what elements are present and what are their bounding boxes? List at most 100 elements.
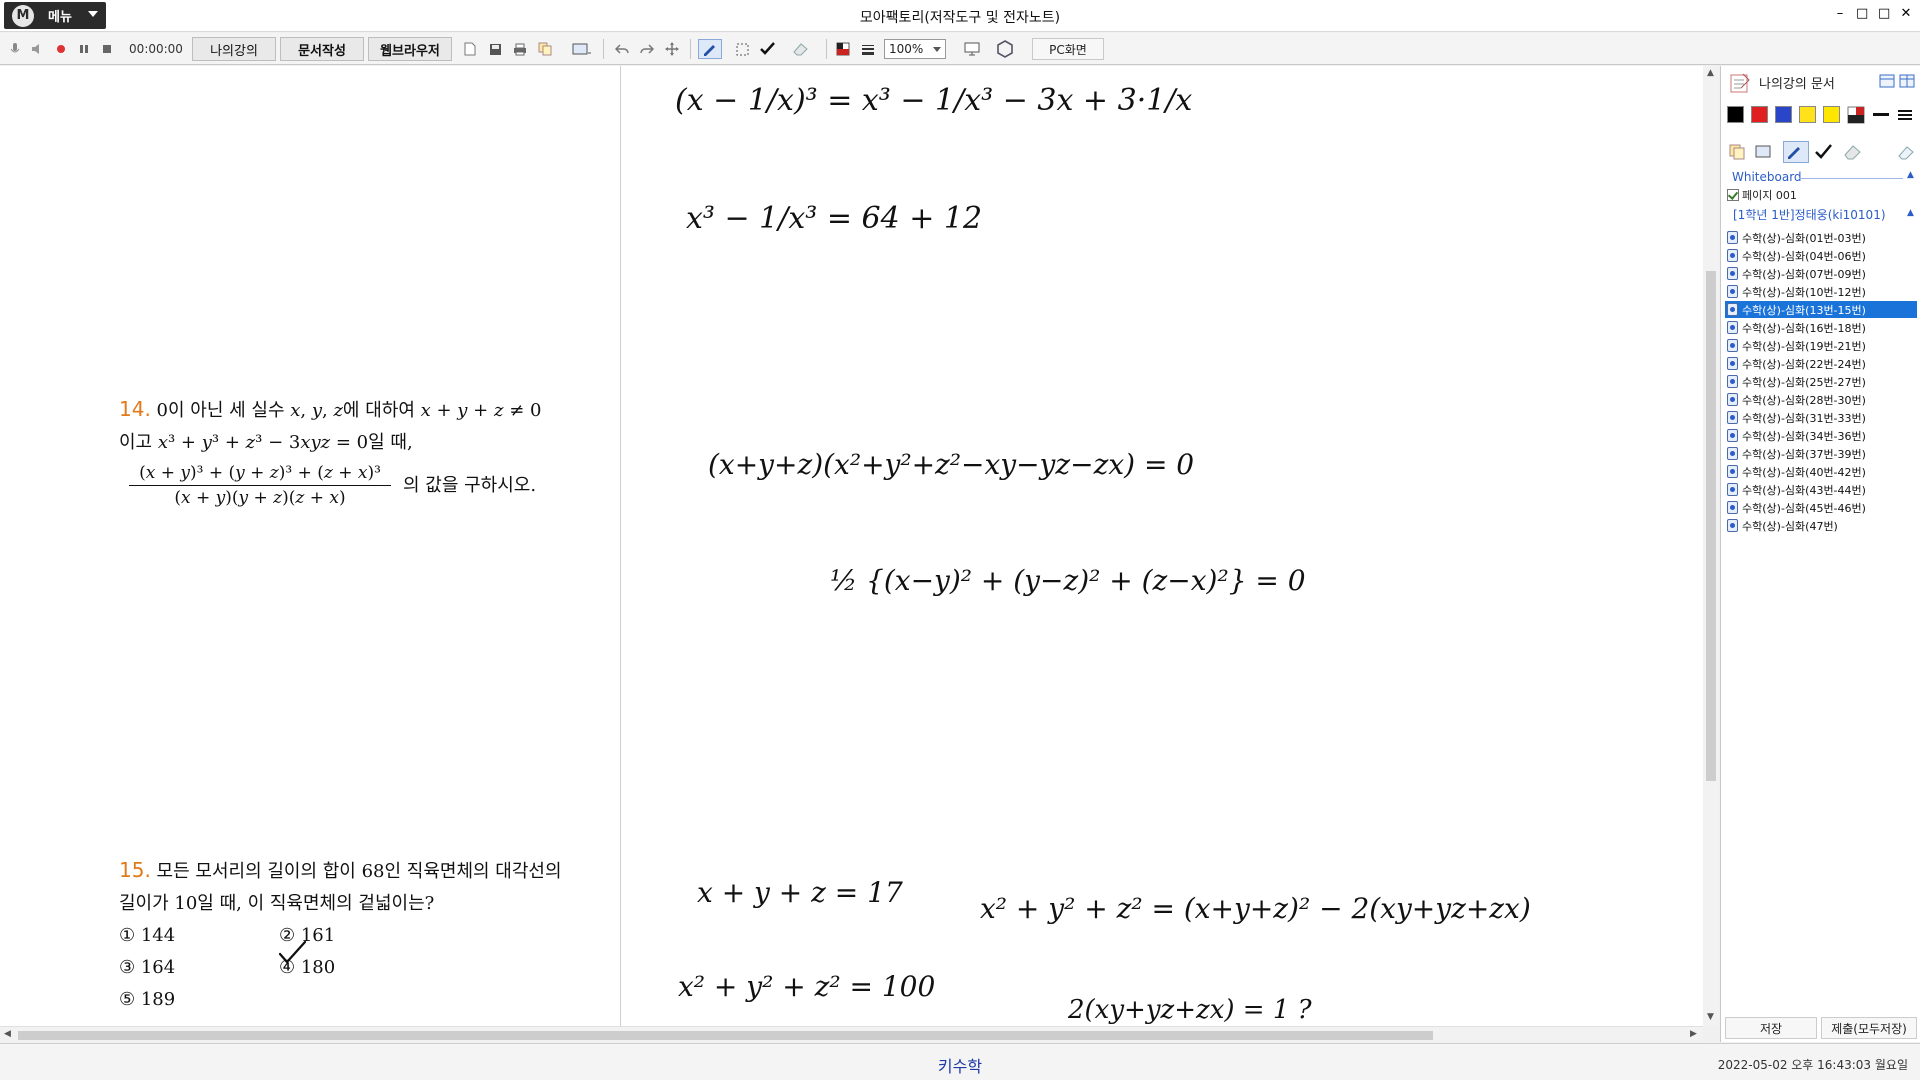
stop-icon[interactable] bbox=[101, 39, 113, 59]
zoom-select[interactable]: 100% bbox=[884, 39, 946, 59]
maximize-button[interactable]: □ bbox=[1878, 6, 1890, 21]
color-swatch-blue[interactable] bbox=[1775, 106, 1792, 123]
panel-layout-icon[interactable] bbox=[1879, 74, 1895, 91]
list-item-label: 수학(상)-심화(07번-09번) bbox=[1742, 267, 1866, 281]
scroll-right-icon[interactable]: ▶ bbox=[1690, 1029, 1697, 1039]
check-tool-icon[interactable] bbox=[1815, 144, 1835, 163]
new-document-icon[interactable] bbox=[462, 39, 478, 59]
list-item[interactable]: 수학(상)-심화(04번-06번) bbox=[1725, 247, 1917, 264]
whiteboard-page-item[interactable]: 페이지 001 bbox=[1727, 187, 1797, 203]
list-item[interactable]: 수학(상)-심화(37번-39번) bbox=[1725, 445, 1917, 462]
list-item[interactable]: 수학(상)-심화(10번-12번) bbox=[1725, 283, 1917, 300]
microphone-icon[interactable] bbox=[8, 39, 22, 59]
check-tool-icon[interactable] bbox=[758, 39, 778, 59]
notepad-icon bbox=[1729, 72, 1751, 97]
document-icon bbox=[1727, 465, 1738, 478]
list-item-label: 수학(상)-심화(01번-03번) bbox=[1742, 231, 1866, 245]
collapse-icon[interactable]: ▲ bbox=[1907, 208, 1914, 218]
list-item[interactable]: 수학(상)-심화(07번-09번) bbox=[1725, 265, 1917, 282]
capture-icon[interactable] bbox=[571, 39, 593, 59]
list-item[interactable]: 수학(상)-심화(16번-18번) bbox=[1725, 319, 1917, 336]
title-bar: M 메뉴 모아팩토리(저작도구 및 전자노트) – □ □ ✕ bbox=[0, 0, 1920, 32]
save-button[interactable]: 저장 bbox=[1725, 1017, 1817, 1039]
color-swatch-red[interactable] bbox=[1751, 106, 1768, 123]
restore-button[interactable]: □ bbox=[1856, 6, 1868, 21]
scrollbar-thumb[interactable] bbox=[18, 1031, 1433, 1040]
color-picker-icon[interactable] bbox=[1847, 106, 1865, 127]
list-item[interactable]: 수학(상)-심화(22번-24번) bbox=[1725, 355, 1917, 372]
whiteboard-label: Whiteboard bbox=[1732, 170, 1802, 184]
horizontal-scrollbar[interactable]: ◀ ▶ bbox=[0, 1026, 1703, 1042]
window-controls: – □ □ ✕ bbox=[1834, 6, 1912, 21]
save-icon[interactable] bbox=[487, 39, 503, 59]
list-item[interactable]: 수학(상)-심화(28번-30번) bbox=[1725, 391, 1917, 408]
pen-tool-icon[interactable] bbox=[1783, 141, 1809, 163]
scroll-left-icon[interactable]: ◀ bbox=[4, 1029, 11, 1039]
page-checkbox[interactable] bbox=[1727, 189, 1739, 201]
panel-split-icon[interactable] bbox=[1899, 74, 1915, 91]
tab-web-browser[interactable]: 웹브라우저 bbox=[368, 37, 452, 61]
list-item-label: 수학(상)-심화(13번-15번) bbox=[1742, 303, 1866, 317]
handwriting-line: x² + y² + z² = 100 bbox=[678, 970, 935, 1003]
document-canvas[interactable]: 14. 0이 아닌 세 실수 𝑥, 𝑦, 𝑧에 대하여 𝑥 + 𝑦 + 𝑧 ≠ … bbox=[0, 66, 1703, 1026]
list-item[interactable]: 수학(상)-심화(47번) bbox=[1725, 517, 1917, 534]
whiteboard-divider bbox=[1799, 178, 1903, 179]
clear-icon[interactable] bbox=[1897, 144, 1915, 163]
capture-icon[interactable] bbox=[1755, 144, 1775, 163]
list-item-label: 수학(상)-심화(45번-46번) bbox=[1742, 501, 1866, 515]
handwriting-line: x + y + z = 17 bbox=[697, 876, 903, 909]
list-item[interactable]: 수학(상)-심화(31번-33번) bbox=[1725, 409, 1917, 426]
pause-icon[interactable] bbox=[78, 39, 90, 59]
document-icon bbox=[1727, 483, 1738, 496]
list-item[interactable]: 수학(상)-심화(34번-36번) bbox=[1725, 427, 1917, 444]
scroll-down-icon[interactable]: ▼ bbox=[1707, 1012, 1714, 1022]
print-icon[interactable] bbox=[512, 39, 528, 59]
scrollbar-thumb[interactable] bbox=[1706, 271, 1716, 781]
list-item[interactable]: 수학(상)-심화(19번-21번) bbox=[1725, 337, 1917, 354]
color-swatch-yellow-alt[interactable] bbox=[1823, 106, 1840, 123]
scroll-up-icon[interactable]: ▲ bbox=[1707, 68, 1714, 78]
undo-icon[interactable] bbox=[614, 39, 630, 59]
screen-icon[interactable] bbox=[962, 39, 982, 59]
list-item-label: 수학(상)-심화(43번-44번) bbox=[1742, 483, 1866, 497]
vertical-scrollbar[interactable]: ▲ ▼ bbox=[1703, 66, 1719, 1026]
document-icon bbox=[1727, 231, 1738, 244]
list-item[interactable]: 수학(상)-심화(01번-03번) bbox=[1725, 229, 1917, 246]
move-icon[interactable] bbox=[664, 39, 680, 59]
speaker-icon[interactable] bbox=[30, 39, 46, 59]
tab-my-lecture[interactable]: 나의강의 bbox=[192, 37, 276, 61]
color-picker-icon[interactable] bbox=[835, 39, 851, 59]
handwriting-line: 2(xy+yz+zx) = 1 ? bbox=[1067, 995, 1313, 1025]
minimize-button[interactable]: – bbox=[1834, 6, 1846, 21]
list-item[interactable]: 수학(상)-심화(43번-44번) bbox=[1725, 481, 1917, 498]
selection-tool-icon[interactable] bbox=[734, 39, 750, 59]
line-width-icon[interactable] bbox=[860, 39, 876, 59]
copy-icon[interactable] bbox=[537, 39, 553, 59]
student-group[interactable]: [1학년 1반]정태웅(ki10101) bbox=[1733, 206, 1886, 223]
list-item[interactable]: 수학(상)-심화(40번-42번) bbox=[1725, 463, 1917, 480]
pc-screen-button[interactable]: PC화면 bbox=[1032, 38, 1104, 60]
thin-line-icon[interactable] bbox=[1873, 113, 1889, 116]
line-width-icon[interactable] bbox=[1897, 108, 1913, 125]
eraser-icon[interactable] bbox=[1843, 144, 1863, 163]
close-button[interactable]: ✕ bbox=[1900, 6, 1912, 21]
pen-tool-icon[interactable] bbox=[698, 39, 722, 59]
copy-icon[interactable] bbox=[1729, 144, 1745, 163]
color-swatch-yellow[interactable] bbox=[1799, 106, 1816, 123]
shape-tool-icon[interactable] bbox=[994, 39, 1016, 59]
list-item[interactable]: 수학(상)-심화(45번-46번) bbox=[1725, 499, 1917, 516]
document-icon bbox=[1727, 447, 1738, 460]
collapse-icon[interactable]: ▲ bbox=[1907, 170, 1914, 180]
eraser-icon[interactable] bbox=[790, 39, 812, 59]
color-swatch-black[interactable] bbox=[1727, 106, 1744, 123]
document-icon bbox=[1727, 393, 1738, 406]
list-item-selected[interactable]: 수학(상)-심화(13번-15번) bbox=[1725, 301, 1917, 318]
document-icon bbox=[1727, 249, 1738, 262]
submit-all-button[interactable]: 제출(모두저장) bbox=[1821, 1017, 1917, 1039]
redo-icon[interactable] bbox=[639, 39, 655, 59]
list-item[interactable]: 수학(상)-심화(25번-27번) bbox=[1725, 373, 1917, 390]
record-icon[interactable] bbox=[55, 39, 67, 59]
tab-document-writing[interactable]: 문서작성 bbox=[280, 37, 364, 61]
document-icon bbox=[1727, 267, 1738, 280]
page-label: 페이지 001 bbox=[1742, 189, 1797, 202]
